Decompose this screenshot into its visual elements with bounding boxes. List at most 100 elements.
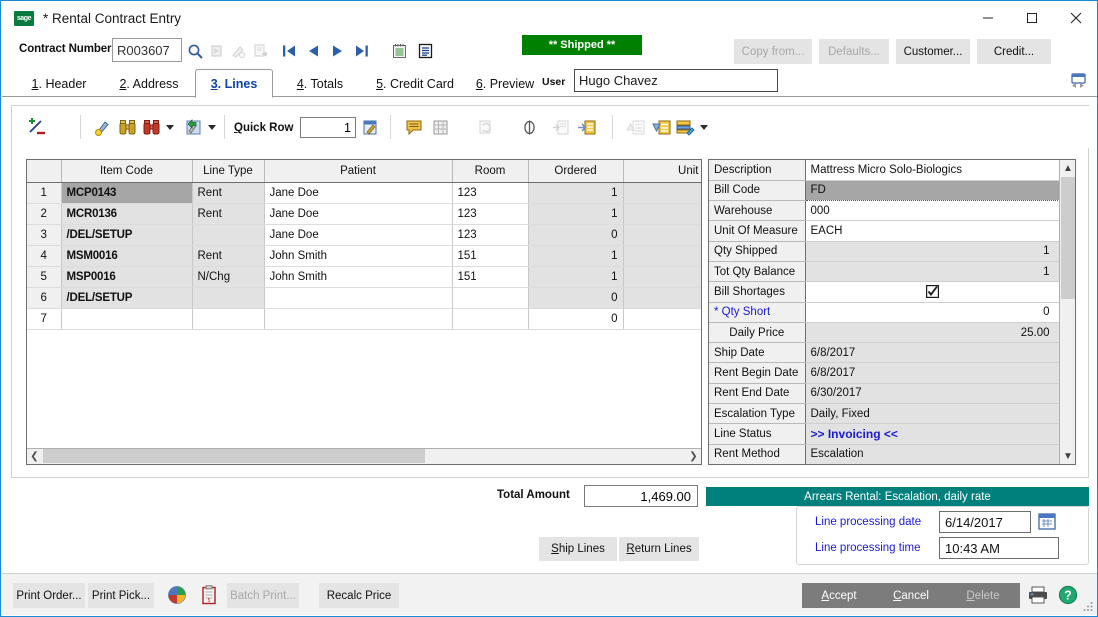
first-record-icon[interactable] xyxy=(278,40,300,62)
binoculars-red-icon[interactable] xyxy=(140,115,162,139)
detail-row-bill-shortages[interactable]: Bill Shortages xyxy=(709,281,1060,303)
cell-item-code[interactable]: /DEL/SETUP xyxy=(61,287,193,309)
plus-minus-icon[interactable] xyxy=(26,115,50,139)
detail-value[interactable]: EACH xyxy=(805,220,1060,242)
cell-room[interactable]: 151 xyxy=(452,266,529,288)
detail-vertical-scrollbar[interactable]: ▲ ▼ xyxy=(1059,160,1075,464)
cancel-button[interactable]: Cancel xyxy=(874,583,948,608)
detail-value[interactable]: 6/8/2017 xyxy=(805,362,1060,384)
cell-item-code[interactable]: MSP0016 xyxy=(61,266,193,288)
cell-unit[interactable] xyxy=(623,266,701,288)
previous-record-icon[interactable] xyxy=(302,40,324,62)
scroll-thumb[interactable] xyxy=(1061,177,1075,299)
document-out-icon[interactable] xyxy=(550,115,572,139)
detail-row-rent-end-date[interactable]: Rent End Date 6/30/2017 xyxy=(709,383,1060,405)
tab-address[interactable]: 2. Address xyxy=(106,70,192,97)
col-line-type[interactable]: Line Type xyxy=(192,160,265,183)
detail-row-rent-begin-date[interactable]: Rent Begin Date 6/8/2017 xyxy=(709,362,1060,384)
detail-value[interactable]: 000 xyxy=(805,200,1060,222)
detail-row-ship-date[interactable]: Ship Date 6/8/2017 xyxy=(709,342,1060,364)
dollar-icon[interactable] xyxy=(518,115,540,139)
last-record-icon[interactable] xyxy=(350,40,372,62)
table-row[interactable]: 7 0 xyxy=(27,308,701,330)
col-rownum[interactable] xyxy=(27,160,62,183)
copy-from-button[interactable]: Copy from... xyxy=(734,39,812,64)
table-row[interactable]: 6 /DEL/SETUP 0 xyxy=(27,287,701,309)
detail-row-qty-short[interactable]: * Qty Short 0 xyxy=(709,302,1060,323)
total-amount-input[interactable] xyxy=(584,485,698,507)
col-unit[interactable]: Unit xyxy=(623,160,701,183)
notepad-icon[interactable] xyxy=(388,40,410,62)
detail-value[interactable]: Escalation xyxy=(805,444,1060,464)
cell-patient[interactable] xyxy=(264,308,453,330)
user-input[interactable] xyxy=(574,69,778,92)
cell-line-type[interactable] xyxy=(192,308,265,330)
cell-item-code[interactable]: /DEL/SETUP xyxy=(61,224,193,246)
detail-value[interactable]: 23.00 xyxy=(805,464,1060,465)
table-row[interactable]: 5 MSP0016 N/Chg John Smith 151 1 xyxy=(27,266,701,288)
maximize-icon[interactable] xyxy=(1010,2,1054,34)
detail-value[interactable]: FD xyxy=(804,179,1060,202)
batch-print-button[interactable]: Batch Print... xyxy=(227,583,299,608)
line-processing-date-input[interactable] xyxy=(939,511,1031,533)
detail-row-rent-method[interactable]: Rent Method Escalation xyxy=(709,444,1060,464)
detail-row-warehouse[interactable]: Warehouse 000 xyxy=(709,200,1060,222)
row-down-icon[interactable] xyxy=(650,115,672,139)
comment-icon[interactable] xyxy=(403,115,425,139)
print-order-button[interactable]: Print Order... xyxy=(13,583,85,608)
grid-icon[interactable] xyxy=(429,115,451,139)
detail-value[interactable]: 6/30/2017 xyxy=(805,383,1060,405)
scroll-down-icon[interactable]: ▼ xyxy=(1060,448,1075,464)
accept-button[interactable]: Accept xyxy=(802,583,876,608)
cell-ordered[interactable]: 1 xyxy=(528,266,624,288)
scroll-track[interactable] xyxy=(42,449,686,464)
tab-credit-card[interactable]: 5. Credit Card xyxy=(363,70,467,97)
scroll-right-icon[interactable]: ❯ xyxy=(686,451,701,462)
line-detail-panel[interactable]: Description Mattress Micro Solo-Biologic… xyxy=(708,159,1076,465)
pencil-yellow-icon[interactable] xyxy=(92,115,114,139)
cell-unit[interactable] xyxy=(623,224,701,246)
cell-room[interactable] xyxy=(452,308,529,330)
cell-line-type[interactable]: N/Chg xyxy=(192,266,265,288)
rows-blue-icon[interactable] xyxy=(674,115,696,139)
cell-patient[interactable]: John Smith xyxy=(264,266,453,288)
detail-row-escalation-type[interactable]: Escalation Type Daily, Fixed xyxy=(709,403,1060,425)
cell-unit[interactable] xyxy=(623,245,701,267)
scroll-left-icon[interactable]: ❮ xyxy=(27,451,42,462)
cell-room[interactable] xyxy=(452,287,529,309)
cell-ordered[interactable]: 1 xyxy=(528,245,624,267)
detail-row-description[interactable]: Description Mattress Micro Solo-Biologic… xyxy=(709,160,1060,181)
minimize-icon[interactable] xyxy=(966,2,1010,34)
cell-line-type[interactable]: Rent xyxy=(192,245,265,267)
cell-patient[interactable] xyxy=(264,287,453,309)
detail-value[interactable]: 25.00 xyxy=(805,322,1060,344)
grid-horizontal-scrollbar[interactable]: ❮ ❯ xyxy=(27,448,701,464)
cell-ordered[interactable]: 0 xyxy=(528,308,624,330)
cell-line-type[interactable]: Rent xyxy=(192,203,265,225)
cell-ordered[interactable]: 1 xyxy=(528,182,624,204)
globe-icon[interactable] xyxy=(165,583,189,607)
cell-patient[interactable]: Jane Doe xyxy=(264,224,453,246)
customer-button[interactable]: Customer... xyxy=(896,39,970,64)
tab-lines[interactable]: 3. Lines xyxy=(195,69,273,98)
cell-room[interactable]: 123 xyxy=(452,224,529,246)
cell-ordered[interactable]: 1 xyxy=(528,203,624,225)
detail-value[interactable]: 1 xyxy=(805,261,1060,283)
detail-value[interactable]: Daily, Fixed xyxy=(805,403,1060,425)
defaults-button[interactable]: Defaults... xyxy=(819,39,889,64)
detail-row-rate-factor[interactable]: Rate Factor 23.00 xyxy=(709,464,1060,465)
detail-row-bill-code[interactable]: Bill Code FD xyxy=(709,179,1060,202)
table-row[interactable]: 1 MCP0143 Rent Jane Doe 123 1 xyxy=(27,182,701,204)
cell-line-type[interactable] xyxy=(192,287,265,309)
cell-room[interactable]: 123 xyxy=(452,182,529,204)
table-row[interactable]: 4 MSM0016 Rent John Smith 151 1 xyxy=(27,245,701,267)
help-icon[interactable]: ? xyxy=(1056,583,1080,607)
cell-patient[interactable]: Jane Doe xyxy=(264,182,453,204)
cell-unit[interactable] xyxy=(623,287,701,309)
insert-row-dropdown-caret-icon[interactable] xyxy=(206,115,218,139)
col-patient[interactable]: Patient xyxy=(264,160,453,183)
document-in-icon[interactable] xyxy=(575,115,597,139)
list-icon[interactable] xyxy=(414,40,436,62)
detail-row-unit-of-measure[interactable]: Unit Of Measure EACH xyxy=(709,220,1060,242)
scroll-thumb[interactable] xyxy=(43,449,425,463)
